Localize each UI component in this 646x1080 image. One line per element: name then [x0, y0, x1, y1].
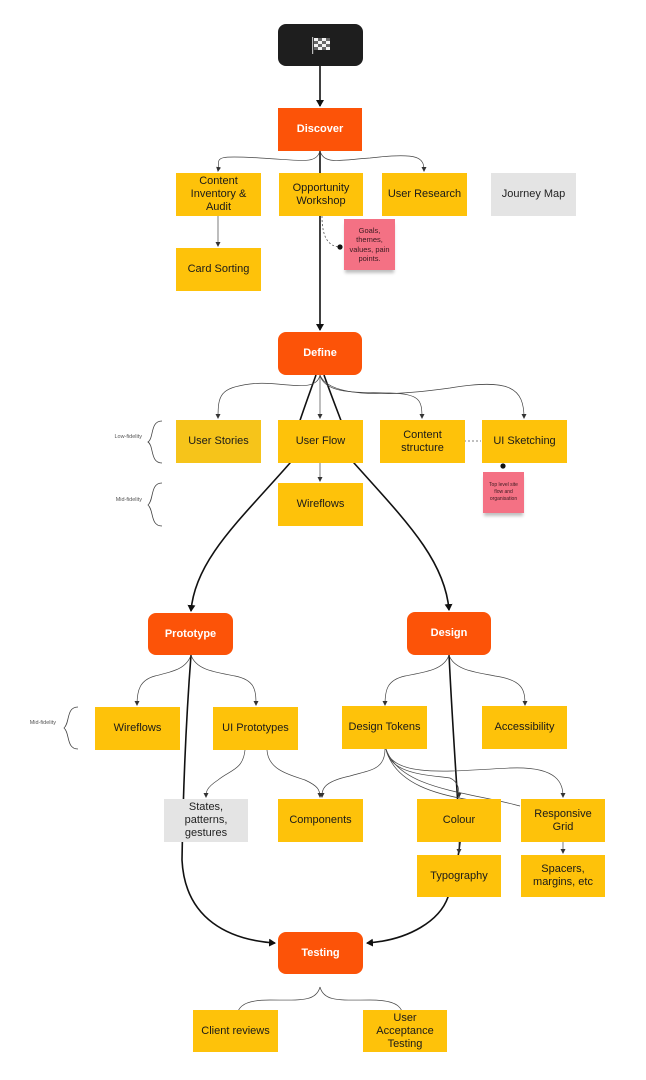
task-colour[interactable]: Colour — [417, 799, 501, 842]
task-user-stories[interactable]: User Stories — [176, 420, 261, 463]
sticky-note-workshop: Goals, themes, values, pain points. — [344, 219, 395, 270]
task-user-acceptance-testing[interactable]: User Acceptance Testing — [363, 1010, 447, 1052]
fidelity-label-mid-2: Mid-fidelity — [29, 720, 56, 726]
fidelity-label-low: Low-fidelity — [114, 434, 142, 440]
task-client-reviews[interactable]: Client reviews — [193, 1010, 278, 1052]
start-node[interactable] — [278, 24, 363, 66]
task-states-patterns[interactable]: States, patterns, gestures — [164, 799, 248, 842]
sticky-note-sketching: Top level site flow and organisation — [483, 472, 524, 513]
task-journey-map[interactable]: Journey Map — [491, 173, 576, 216]
connector-layer — [63, 66, 566, 1026]
task-design-tokens[interactable]: Design Tokens — [342, 706, 427, 749]
task-ui-sketching[interactable]: UI Sketching — [482, 420, 567, 463]
phase-define[interactable]: Define — [278, 332, 362, 375]
note-pin — [500, 463, 506, 469]
task-accessibility[interactable]: Accessibility — [482, 706, 567, 749]
task-components[interactable]: Components — [278, 799, 363, 842]
task-spacers[interactable]: Spacers, margins, etc — [521, 855, 605, 897]
task-opportunity-workshop[interactable]: Opportunity Workshop — [279, 173, 363, 216]
task-content-inventory[interactable]: Content Inventory & Audit — [176, 173, 261, 216]
task-content-structure[interactable]: Content structure — [380, 420, 465, 463]
fidelity-label-mid: Mid-fidelity — [115, 497, 142, 503]
brace-mid-fidelity-2 — [63, 706, 79, 750]
task-responsive-grid[interactable]: Responsive Grid — [521, 799, 605, 842]
note-link-workshop — [321, 215, 340, 248]
phase-design[interactable]: Design — [407, 612, 491, 655]
task-ui-prototypes[interactable]: UI Prototypes — [213, 707, 298, 750]
checkered-flag-icon — [311, 37, 330, 54]
task-typography[interactable]: Typography — [417, 855, 501, 897]
brace-mid-fidelity — [147, 482, 163, 527]
phase-prototype[interactable]: Prototype — [148, 613, 233, 655]
task-wireflows-prototype[interactable]: Wireflows — [95, 707, 180, 750]
task-user-research[interactable]: User Research — [382, 173, 467, 216]
task-card-sorting[interactable]: Card Sorting — [176, 248, 261, 291]
task-user-flow[interactable]: User Flow — [278, 420, 363, 463]
brace-low-fidelity — [147, 420, 163, 464]
task-wireflows-define[interactable]: Wireflows — [278, 483, 363, 526]
phase-testing[interactable]: Testing — [278, 932, 363, 974]
note-pin — [337, 244, 343, 250]
phase-discover[interactable]: Discover — [278, 108, 362, 151]
